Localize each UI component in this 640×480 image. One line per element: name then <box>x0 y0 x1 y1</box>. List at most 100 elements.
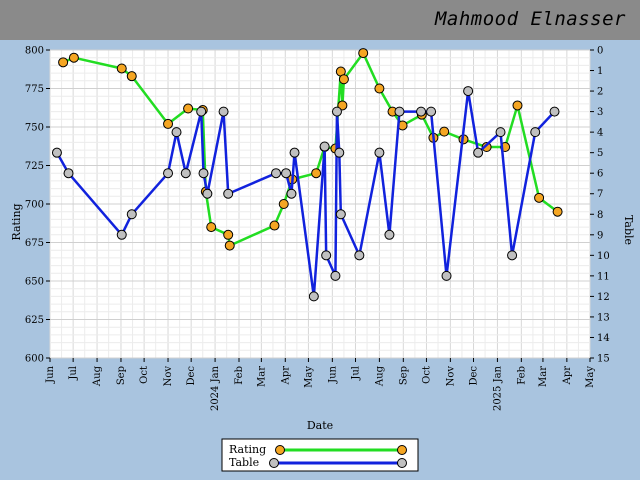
data-point-table <box>223 188 234 199</box>
x-tick-label: Jul <box>68 366 79 381</box>
y-tick-label: 650 <box>25 277 44 288</box>
y2-tick-label: 5 <box>597 148 603 159</box>
y-tick-label: 800 <box>25 46 44 57</box>
data-point-rating <box>374 83 385 94</box>
data-point-rating <box>163 118 174 129</box>
data-point-table <box>416 106 427 117</box>
x-tick-label: Dec <box>469 366 480 386</box>
data-point-table <box>334 147 345 158</box>
y2-tick-label: 10 <box>597 251 610 262</box>
data-point-rating <box>223 229 234 240</box>
x-tick-label: Mar <box>256 366 267 387</box>
y-axis-label: Rating <box>10 203 23 240</box>
data-point-table <box>202 188 213 199</box>
data-point-table <box>473 147 484 158</box>
y-axis-right: 0123456789101112131415 <box>590 46 610 365</box>
data-point-table <box>180 168 191 179</box>
x-tick-label: Apr <box>280 366 291 386</box>
data-point-rating <box>534 192 545 203</box>
data-point-table <box>63 168 74 179</box>
data-point-rating <box>126 71 137 82</box>
y2-tick-label: 7 <box>597 189 603 200</box>
data-point-table <box>330 270 341 281</box>
data-point-table <box>354 250 365 261</box>
x-tick-label: May <box>303 366 314 388</box>
x-tick-label: Jun <box>327 365 338 383</box>
y2-tick-label: 11 <box>597 271 610 282</box>
x-axis-label: Date <box>307 419 333 432</box>
data-point-table <box>116 229 127 240</box>
legend-marker-table <box>397 458 407 468</box>
data-point-table <box>335 209 346 220</box>
data-point-table <box>196 106 207 117</box>
data-point-table <box>384 229 395 240</box>
data-point-table <box>51 147 62 158</box>
data-point-rating <box>311 168 322 179</box>
data-point-table <box>308 291 319 302</box>
x-tick-label: Mar <box>538 366 549 387</box>
legend-label-rating: Rating <box>229 443 266 456</box>
y2-tick-label: 14 <box>597 333 610 344</box>
x-tick-label: Nov <box>163 366 174 387</box>
data-point-rating <box>183 103 194 114</box>
x-tick-label: Dec <box>186 366 197 386</box>
y2-tick-label: 0 <box>597 46 603 57</box>
data-point-rating <box>116 63 127 74</box>
x-tick-label: Feb <box>516 366 527 385</box>
y2-axis-label: Table <box>622 215 635 245</box>
x-tick-label: Oct <box>139 366 150 384</box>
data-point-table <box>163 168 174 179</box>
x-tick-label: Sep <box>398 366 409 385</box>
x-tick-label: 2025 Jan <box>492 365 503 411</box>
y2-tick-label: 1 <box>597 66 603 77</box>
data-point-table <box>126 209 137 220</box>
y-tick-label: 775 <box>25 84 44 95</box>
data-point-table <box>549 106 560 117</box>
data-point-table <box>374 147 385 158</box>
x-tick-label: Sep <box>116 366 127 385</box>
y2-tick-label: 4 <box>597 128 603 139</box>
x-tick-label: Nov <box>445 366 456 387</box>
data-point-rating <box>206 222 217 233</box>
data-point-table <box>271 168 282 179</box>
data-point-rating <box>58 57 69 68</box>
x-tick-label: Oct <box>421 366 432 384</box>
y2-tick-label: 8 <box>597 210 603 221</box>
y2-tick-label: 13 <box>597 312 610 323</box>
data-point-rating <box>358 48 369 59</box>
y2-tick-label: 9 <box>597 230 603 241</box>
data-point-rating <box>224 240 235 251</box>
x-tick-label: Aug <box>92 365 103 387</box>
y-tick-label: 700 <box>25 200 44 211</box>
data-point-rating <box>68 52 79 63</box>
y-tick-label: 725 <box>25 161 44 172</box>
x-tick-label: Jul <box>350 366 361 381</box>
data-point-table <box>218 106 229 117</box>
x-tick-label: May <box>585 366 596 388</box>
rating-table-chart: Jun Jul Aug Sep Oct Nov Dec 2024 Jan Feb Mar Apr Ma… <box>10 46 635 472</box>
data-point-table <box>171 127 182 138</box>
y-tick-label: 625 <box>25 315 44 326</box>
legend: Rating Table <box>221 438 419 472</box>
data-point-rating <box>439 126 450 137</box>
x-tick-label: Jun <box>45 365 56 383</box>
data-point-rating <box>338 74 349 85</box>
data-point-table <box>321 250 332 261</box>
data-point-table <box>463 86 474 97</box>
data-point-table <box>289 147 300 158</box>
data-point-table <box>281 168 292 179</box>
data-point-table <box>319 141 330 152</box>
x-tick-label: 2024 Jan <box>210 365 221 411</box>
data-point-rating <box>552 206 563 217</box>
data-point-rating <box>512 100 523 111</box>
data-point-table <box>530 127 541 138</box>
data-point-table <box>394 106 405 117</box>
data-point-table <box>507 250 518 261</box>
y2-tick-label: 15 <box>597 354 610 365</box>
data-point-table <box>198 168 209 179</box>
legend-label-table: Table <box>229 456 259 469</box>
legend-marker-rating <box>275 445 285 455</box>
data-point-rating <box>269 220 280 231</box>
legend-marker-table <box>269 458 279 468</box>
data-point-table <box>441 270 452 281</box>
